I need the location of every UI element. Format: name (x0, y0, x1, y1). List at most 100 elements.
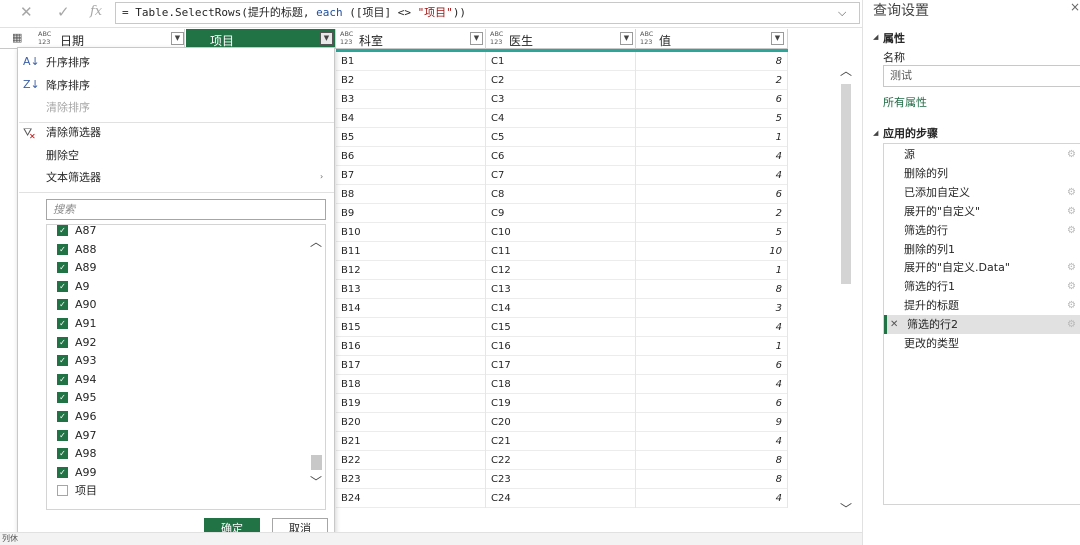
cell-value[interactable]: 4 (636, 375, 788, 394)
cell-value[interactable]: 6 (636, 90, 788, 109)
table-row[interactable]: B18 C18 4 (336, 375, 788, 394)
filter-icon[interactable]: ▼ (320, 32, 333, 45)
chevron-down-icon[interactable]: ▼ (771, 32, 784, 45)
gear-icon[interactable]: ⚙ (1067, 315, 1076, 334)
scrollbar-thumb[interactable] (841, 84, 851, 284)
applied-step[interactable]: 源 ⚙ (884, 145, 1080, 164)
cell-doctor[interactable]: C23 (486, 470, 636, 489)
chevron-up-icon[interactable]: ︿ (840, 62, 852, 79)
cell-department[interactable]: B13 (336, 280, 486, 299)
cell-value[interactable]: 1 (636, 261, 788, 280)
cell-department[interactable]: B20 (336, 413, 486, 432)
cell-department[interactable]: B11 (336, 242, 486, 261)
cell-department[interactable]: B16 (336, 337, 486, 356)
table-row[interactable]: B17 C17 6 (336, 356, 788, 375)
cell-doctor[interactable]: C22 (486, 451, 636, 470)
cell-value[interactable]: 1 (636, 128, 788, 147)
applied-step[interactable]: 展开的"自定义" ⚙ (884, 202, 1080, 221)
cell-doctor[interactable]: C16 (486, 337, 636, 356)
cell-department[interactable]: B19 (336, 394, 486, 413)
applied-step[interactable]: 提升的标题 ⚙ (884, 296, 1080, 315)
table-row[interactable]: B19 C19 6 (336, 394, 788, 413)
cell-department[interactable]: B22 (336, 451, 486, 470)
cell-value[interactable]: 5 (636, 223, 788, 242)
table-row[interactable]: B10 C10 5 (336, 223, 788, 242)
cell-doctor[interactable]: C17 (486, 356, 636, 375)
scrollbar-thumb[interactable] (311, 455, 322, 470)
all-properties-link[interactable]: 所有属性 (883, 94, 927, 110)
column-header-project[interactable]: 项目 ▼ (186, 29, 336, 49)
cell-department[interactable]: B23 (336, 470, 486, 489)
chevron-down-icon[interactable]: ﹀ (840, 500, 852, 517)
chevron-down-icon[interactable]: ▼ (171, 32, 184, 45)
table-row[interactable]: B15 C15 4 (336, 318, 788, 337)
checklist-scrollbar[interactable]: ︿ ﹀ (307, 225, 325, 509)
cell-doctor[interactable]: C6 (486, 147, 636, 166)
cell-value[interactable]: 8 (636, 52, 788, 71)
cell-department[interactable]: B14 (336, 299, 486, 318)
gear-icon[interactable]: ⚙ (1067, 277, 1076, 296)
checked-checkbox-icon[interactable]: ✓ (57, 243, 68, 255)
cell-value[interactable]: 10 (636, 242, 788, 261)
cell-doctor[interactable]: C8 (486, 185, 636, 204)
checked-checkbox-icon[interactable]: ✓ (57, 373, 68, 385)
close-icon[interactable]: × (1070, 0, 1080, 14)
gear-icon[interactable]: ⚙ (1067, 258, 1076, 277)
cell-doctor[interactable]: C24 (486, 489, 636, 508)
cell-doctor[interactable]: C12 (486, 261, 636, 280)
delete-step-icon[interactable]: ✕ (890, 315, 898, 334)
cell-doctor[interactable]: C3 (486, 90, 636, 109)
cell-doctor[interactable]: C9 (486, 204, 636, 223)
cell-department[interactable]: B5 (336, 128, 486, 147)
cell-doctor[interactable]: C14 (486, 299, 636, 318)
gear-icon[interactable]: ⚙ (1067, 296, 1076, 315)
cell-department[interactable]: B12 (336, 261, 486, 280)
table-icon[interactable]: ▦ (12, 31, 22, 44)
cell-doctor[interactable]: C19 (486, 394, 636, 413)
cell-department[interactable]: B2 (336, 71, 486, 90)
cell-doctor[interactable]: C10 (486, 223, 636, 242)
cell-department[interactable]: B4 (336, 109, 486, 128)
query-name-input[interactable]: 测试 (883, 65, 1080, 87)
table-row[interactable]: B16 C16 1 (336, 337, 788, 356)
gear-icon[interactable]: ⚙ (1067, 221, 1076, 240)
close-icon[interactable]: ✕ (20, 3, 33, 21)
cell-value[interactable]: 8 (636, 451, 788, 470)
sort-descending-item[interactable]: 降序排序 (46, 76, 90, 96)
gear-icon[interactable]: ⚙ (1067, 183, 1076, 202)
table-row[interactable]: B22 C22 8 (336, 451, 788, 470)
chevron-down-icon[interactable]: ﹀ (310, 473, 322, 490)
table-row[interactable]: B6 C6 4 (336, 147, 788, 166)
table-row[interactable]: B11 C11 10 (336, 242, 788, 261)
cell-value[interactable]: 5 (636, 109, 788, 128)
table-row[interactable]: B13 C13 8 (336, 280, 788, 299)
table-row[interactable]: B4 C4 5 (336, 109, 788, 128)
applied-step[interactable]: 删除的列1 (884, 240, 1080, 259)
checked-checkbox-icon[interactable]: ✓ (57, 299, 68, 311)
cell-value[interactable]: 8 (636, 280, 788, 299)
cell-value[interactable]: 6 (636, 356, 788, 375)
column-header-doctor[interactable]: ABC 123 医生 ▼ (486, 29, 636, 49)
checked-checkbox-icon[interactable]: ✓ (57, 448, 68, 460)
cell-value[interactable]: 9 (636, 413, 788, 432)
checked-checkbox-icon[interactable]: ✓ (57, 411, 68, 422)
checked-checkbox-icon[interactable]: ✓ (57, 466, 68, 478)
table-row[interactable]: B8 C8 6 (336, 185, 788, 204)
cell-doctor[interactable]: C1 (486, 52, 636, 71)
cell-department[interactable]: B17 (336, 356, 486, 375)
checked-checkbox-icon[interactable]: ✓ (57, 280, 68, 292)
cell-doctor[interactable]: C11 (486, 242, 636, 261)
cell-doctor[interactable]: C20 (486, 413, 636, 432)
cell-value[interactable]: 4 (636, 166, 788, 185)
cell-doctor[interactable]: C2 (486, 71, 636, 90)
cell-department[interactable]: B15 (336, 318, 486, 337)
formula-input[interactable]: = Table.SelectRows(提升的标题, each ([项目] <> … (115, 2, 860, 24)
chevron-down-icon[interactable]: ▼ (620, 32, 633, 45)
cell-value[interactable]: 2 (636, 71, 788, 90)
cell-value[interactable]: 6 (636, 394, 788, 413)
table-row[interactable]: B7 C7 4 (336, 166, 788, 185)
cell-department[interactable]: B10 (336, 223, 486, 242)
cell-department[interactable]: B3 (336, 90, 486, 109)
column-header-date[interactable]: ▦ ABC 123 日期 ▼ (0, 29, 185, 49)
grid-scrollbar[interactable]: ︿ ﹀ (836, 62, 856, 522)
